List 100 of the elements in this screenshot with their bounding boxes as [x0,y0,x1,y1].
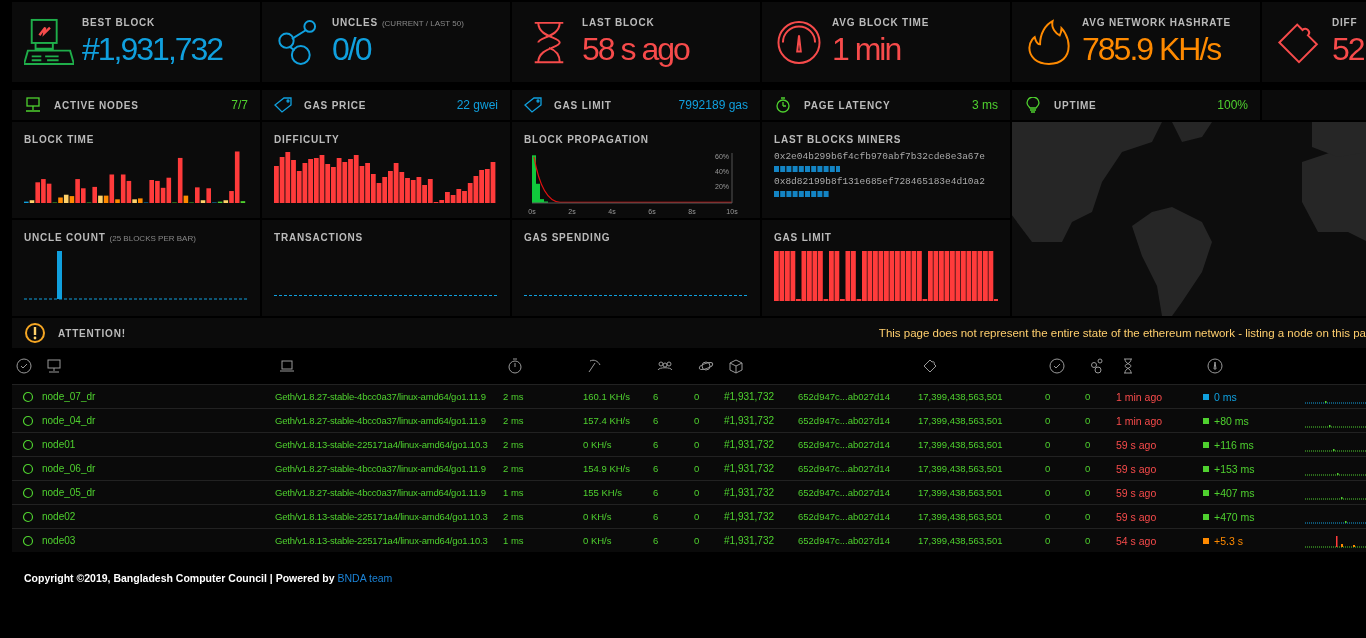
block-hash: 652d947c...ab027d14 [798,415,891,426]
client-version: Geth/v1.8.27-stable-4bcc0a37/linux-amd64/go1.11.9 [275,487,487,498]
peers-cell-text: 6 [653,511,660,522]
latency-cell-text: 2 ms [503,463,525,474]
stat-title: DIFF [1332,16,1358,28]
client-version: Geth/v1.8.27-stable-4bcc0a37/linux-amd64/go1.11.9 [275,415,487,426]
stat-title: AVG BLOCK TIME [832,16,930,28]
latency-cell-text: 2 ms [503,415,525,426]
client-version: Geth/v1.8.27-stable-4bcc0a37/linux-amd64/go1.11.9 [275,391,487,402]
block-number: #1,931,732 [724,439,776,450]
chart-title: GAS SPENDING [524,232,611,243]
propagation-time: +407 ms [1214,486,1255,499]
stat-note: (CURRENT / LAST 50) [381,18,464,28]
table-cell-text: 0 [1045,415,1052,426]
propagation-time: +80 ms [1214,414,1249,427]
client-version: Geth/v1.8.27-stable-4bcc0a37/linux-amd64/go1.11.9 [275,463,487,474]
peers-cell-text: 6 [653,463,660,474]
latency-cell-text: 1 ms [503,487,525,498]
stat-label: UPTIME [1054,99,1097,111]
stat-value: 7992189 gas [678,98,748,112]
stat-value: 52 [1332,29,1364,68]
peers-cell-text: 6 [653,487,660,498]
latency-cell-text: 2 ms [503,511,525,522]
stat-title: LAST BLOCK [582,16,655,28]
chart-title: BLOCK PROPAGATION [524,134,649,145]
block-hash: 652d947c...ab027d14 [798,439,891,450]
table-cell-text: 0 [1085,511,1092,522]
table-cell-text: 0 [1045,487,1052,498]
peers-cell-text: 6 [653,415,660,426]
pending-cell-text: 0 [694,463,701,474]
hashrate-cell-text: 157.4 KH/s [583,415,631,426]
stat-title: AVG NETWORK HASHRATE [1082,16,1231,28]
pending-cell-text: 0 [694,487,701,498]
stat-value: #1,931,732 [82,29,223,68]
total-difficulty: 17,399,438,563,501 [918,391,1004,402]
pending-cell-text: 0 [694,511,701,522]
propagation-time: +470 ms [1214,510,1255,523]
stat-value: 0/0 [332,29,372,68]
chart-title: GAS LIMIT [774,232,832,243]
total-difficulty: 17,399,438,563,501 [918,487,1004,498]
block-hash: 652d947c...ab027d14 [798,391,891,402]
client-version: Geth/v1.8.13-stable-225171a4/linux-amd64/go1.10.3 [275,535,489,546]
hashrate-cell-text: 155 KH/s [583,487,624,498]
pending-cell-text: 0 [694,391,701,402]
table-cell-text: 0 [1045,535,1052,546]
chart-note: (25 BLOCKS PER BAR) [109,234,196,243]
table-cell-text: 0 [1085,415,1092,426]
pending-cell-text: 0 [694,439,701,450]
client-version: Geth/v1.8.13-stable-225171a4/linux-amd64/go1.10.3 [275,439,489,450]
stat-label: GAS LIMIT [554,99,612,111]
stat-value: 58 s ago [582,29,689,68]
last-block-time: 1 min ago [1116,390,1164,403]
chart-title: BLOCK TIME [24,134,95,145]
last-block-time: 59 s ago [1116,438,1158,451]
stat-title: UNCLES [332,16,378,28]
propagation-time: +116 ms [1214,438,1254,451]
pending-cell-text: 0 [694,535,701,546]
node-name: node_07_dr [42,391,97,402]
table-cell-text: 0 [1045,391,1052,402]
attention-message: This page does not represent the entire state of the ethereum network - listing a node on this pa [878,327,1366,339]
peers-cell-text: 6 [653,391,660,402]
block-number: #1,931,732 [724,391,776,402]
stat-value: 1 min [832,29,902,68]
miner-address: 0x8d82199b8f131e685ef728465183e4d10a2 [774,176,986,187]
latency-cell-text: 2 ms [503,391,525,402]
table-cell-text: 0 [1045,463,1052,474]
stat-title: BEST BLOCK [82,16,155,28]
chart-title: TRANSACTIONS [274,232,364,243]
propagation-time: +5.3 s [1214,534,1243,547]
last-block-time: 59 s ago [1116,462,1158,475]
last-block-time: 59 s ago [1116,486,1158,499]
last-block-time: 59 s ago [1116,510,1158,523]
total-difficulty: 17,399,438,563,501 [918,415,1004,426]
last-block-time: 54 s ago [1116,534,1158,547]
stat-label: GAS PRICE [304,99,367,111]
attention-label: ATTENTION! [58,327,126,339]
hashrate-cell-text: 0 KH/s [583,511,613,522]
peers-cell-text: 6 [653,439,660,450]
block-hash: 652d947c...ab027d14 [798,535,891,546]
total-difficulty: 17,399,438,563,501 [918,535,1004,546]
block-number: #1,931,732 [724,535,776,546]
propagation-time: 0 ms [1214,390,1237,403]
block-number: #1,931,732 [724,415,776,426]
chart-title: LAST BLOCKS MINERS [774,134,902,145]
pending-cell-text: 0 [694,415,701,426]
node-name: node01 [42,439,77,450]
latency-cell-text: 1 ms [503,535,525,546]
chart-title: DIFFICULTY [274,134,340,145]
client-version: Geth/v1.8.13-stable-225171a4/linux-amd64/go1.10.3 [275,511,489,522]
latency-cell-text: 2 ms [503,439,525,450]
table-cell-text: 0 [1045,511,1052,522]
hashrate-cell-text: 154.9 KH/s [583,463,631,474]
table-cell-text: 0 [1085,391,1092,402]
block-number: #1,931,732 [724,487,776,498]
table-cell-text: 0 [1085,439,1092,450]
last-block-time: 1 min ago [1116,414,1164,427]
peers-cell-text: 6 [653,535,660,546]
table-cell-text: 0 [1085,535,1092,546]
total-difficulty: 17,399,438,563,501 [918,439,1004,450]
stat-value: 7/7 [231,98,248,112]
